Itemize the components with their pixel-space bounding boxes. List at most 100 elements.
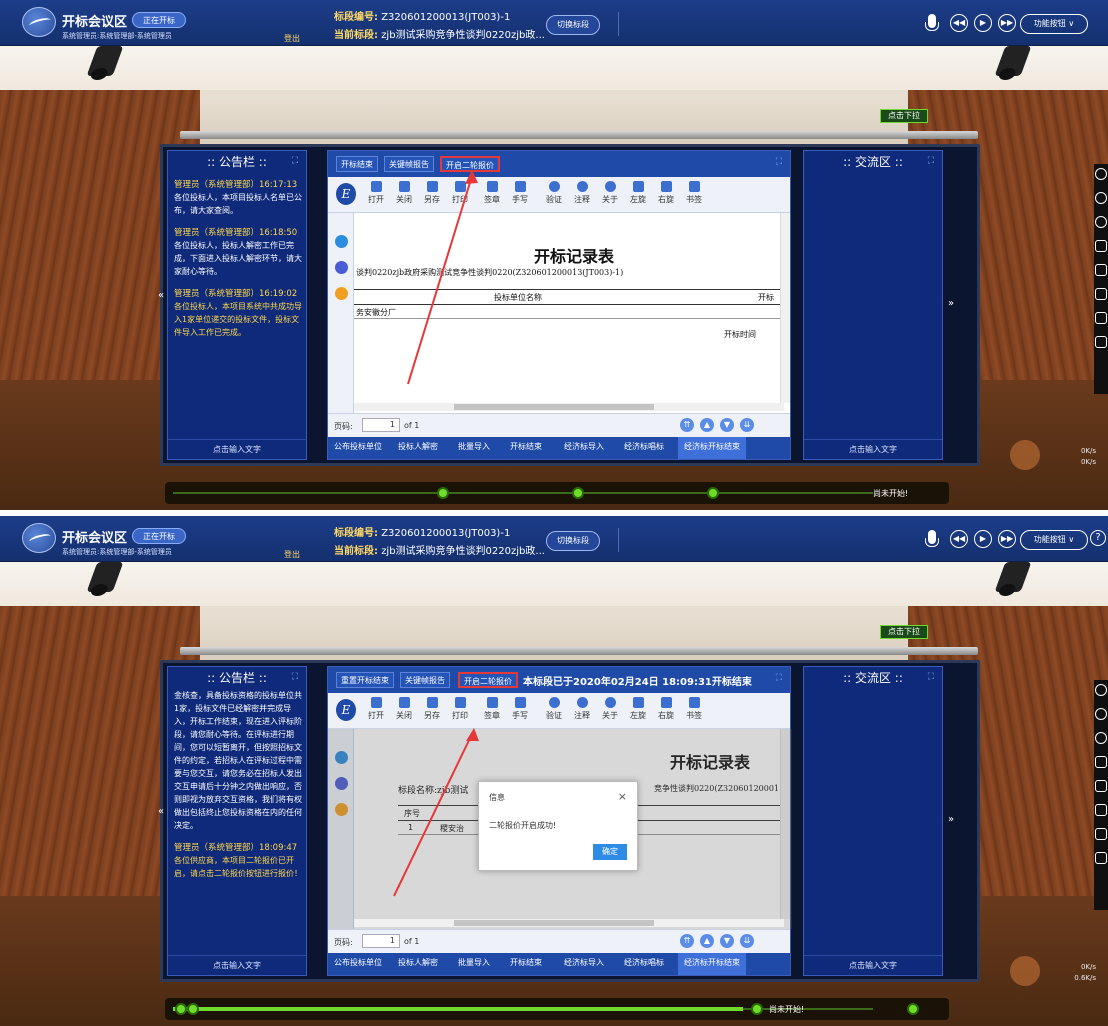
annotate-button[interactable]: 注释 [570, 181, 594, 211]
bidder-decrypt-button[interactable]: 投标人解密 [398, 441, 438, 452]
chat-input[interactable]: 点击输入文字 [804, 439, 942, 459]
econ-sing-button[interactable]: 经济标唱标 [624, 957, 664, 968]
play-button[interactable]: ▶ [974, 530, 992, 548]
about-button[interactable]: 关于 [598, 697, 622, 727]
comment-icon[interactable] [1095, 288, 1107, 300]
chat-input[interactable]: 点击输入文字 [804, 955, 942, 975]
batch-import-button[interactable]: 批量导入 [458, 441, 490, 452]
rewind-button[interactable]: ◀◀ [950, 530, 968, 548]
first-page-icon[interactable]: ⇈ [680, 934, 694, 948]
bookmark-button[interactable]: 书签 [682, 697, 706, 727]
open-button[interactable]: 打开 [364, 697, 388, 727]
close-icon[interactable]: × [618, 790, 627, 803]
verify-button[interactable]: 验证 [542, 697, 566, 727]
logout-link[interactable]: 登出 [284, 33, 300, 44]
switch-section-button[interactable]: 切换标段 [546, 15, 600, 35]
expand-icon[interactable]: ⛶ [292, 672, 298, 682]
close-button[interactable]: 关闭 [392, 697, 416, 727]
expand-icon[interactable]: ⛶ [292, 156, 298, 166]
help-icon[interactable] [1095, 732, 1107, 744]
bulletin-input[interactable]: 点击输入文字 [168, 955, 306, 975]
econ-import-button[interactable]: 经济标导入 [564, 441, 604, 452]
vertical-scrollbar[interactable] [780, 213, 790, 403]
fullscreen-icon[interactable]: ⛶ [776, 673, 782, 683]
thumbnail-icon[interactable] [335, 235, 348, 248]
handwrite-button[interactable]: 手写 [508, 697, 532, 727]
document-icon[interactable] [1095, 780, 1107, 792]
close-button[interactable]: 关闭 [392, 181, 416, 211]
document-icon[interactable] [1095, 264, 1107, 276]
comment-icon[interactable] [1095, 804, 1107, 816]
publish-bidders-button[interactable]: 公布投标单位 [334, 441, 382, 452]
collapse-left-icon[interactable]: « [158, 806, 164, 817]
rotate-left-button[interactable]: 左旋 [626, 181, 650, 211]
econ-end-button[interactable]: 经济标开标结束 [678, 437, 746, 459]
econ-import-button[interactable]: 经济标导入 [564, 957, 604, 968]
econ-sing-button[interactable]: 经济标唱标 [624, 441, 664, 452]
sign-button[interactable]: 签章 [480, 697, 504, 727]
horizontal-scrollbar[interactable] [354, 919, 784, 927]
drop-down-button[interactable]: 点击下拉 [880, 625, 928, 639]
fullscreen-icon[interactable]: ⛶ [776, 157, 782, 167]
tab-bid-end[interactable]: 开标结束 [336, 156, 378, 172]
last-page-icon[interactable]: ⇊ [740, 934, 754, 948]
econ-end-button[interactable]: 经济标开标结束 [678, 953, 746, 975]
verify-button[interactable]: 验证 [542, 181, 566, 211]
open-button[interactable]: 打开 [364, 181, 388, 211]
next-page-icon[interactable]: ▼ [720, 934, 734, 948]
annotate-button[interactable]: 注释 [570, 697, 594, 727]
image-icon[interactable] [1095, 852, 1107, 864]
message-icon[interactable] [1095, 192, 1107, 204]
pen-icon[interactable] [335, 287, 348, 300]
chat-icon[interactable] [1095, 168, 1107, 180]
prev-page-icon[interactable]: ▲ [700, 418, 714, 432]
help-icon[interactable] [1095, 216, 1107, 228]
ok-button[interactable]: 确定 [593, 844, 627, 860]
tab-second-round-quote[interactable]: 开启二轮报价 [440, 156, 500, 172]
grid-icon[interactable] [335, 261, 348, 274]
bid-end-button[interactable]: 开标结束 [510, 957, 542, 968]
function-menu-button[interactable]: 功能按钮 ∨ [1020, 14, 1088, 34]
rotate-right-button[interactable]: 右旋 [654, 181, 678, 211]
help-button[interactable]: ? [1090, 530, 1106, 546]
bookmark-button[interactable]: 书签 [682, 181, 706, 211]
horizontal-scrollbar[interactable] [354, 403, 784, 411]
prev-page-icon[interactable]: ▲ [700, 934, 714, 948]
about-button[interactable]: 关于 [598, 181, 622, 211]
tab-keyframe-report[interactable]: 关键帧报告 [384, 156, 434, 172]
handwrite-button[interactable]: 手写 [508, 181, 532, 211]
collapse-right-icon[interactable]: » [948, 814, 954, 825]
copy-icon[interactable] [1095, 828, 1107, 840]
collapse-right-icon[interactable]: » [948, 298, 954, 309]
chat-icon[interactable] [1095, 684, 1107, 696]
mail-icon[interactable] [1095, 756, 1107, 768]
rotate-left-button[interactable]: 左旋 [626, 697, 650, 727]
mail-icon[interactable] [1095, 240, 1107, 252]
print-button[interactable]: 打印 [448, 697, 472, 727]
drop-down-button[interactable]: 点击下拉 [880, 109, 928, 123]
save-as-button[interactable]: 另存 [420, 697, 444, 727]
bulletin-input[interactable]: 点击输入文字 [168, 439, 306, 459]
page-input[interactable]: 1 [362, 418, 400, 432]
forward-button[interactable]: ▶▶ [998, 14, 1016, 32]
forward-button[interactable]: ▶▶ [998, 530, 1016, 548]
expand-icon[interactable]: ⛶ [928, 672, 934, 682]
expand-icon[interactable]: ⛶ [928, 156, 934, 166]
microphone-icon[interactable] [925, 530, 939, 547]
tab-second-round-quote[interactable]: 开启二轮报价 [458, 672, 518, 688]
switch-section-button[interactable]: 切换标段 [546, 531, 600, 551]
message-icon[interactable] [1095, 708, 1107, 720]
collapse-left-icon[interactable]: « [158, 290, 164, 301]
tab-keyframe-report[interactable]: 关键帧报告 [400, 672, 450, 688]
sign-button[interactable]: 签章 [480, 181, 504, 211]
rotate-right-button[interactable]: 右旋 [654, 697, 678, 727]
batch-import-button[interactable]: 批量导入 [458, 957, 490, 968]
image-icon[interactable] [1095, 336, 1107, 348]
microphone-icon[interactable] [925, 14, 939, 31]
page-input[interactable]: 1 [362, 934, 400, 948]
first-page-icon[interactable]: ⇈ [680, 418, 694, 432]
function-menu-button[interactable]: 功能按钮 ∨ [1020, 530, 1088, 550]
last-page-icon[interactable]: ⇊ [740, 418, 754, 432]
save-as-button[interactable]: 另存 [420, 181, 444, 211]
rewind-button[interactable]: ◀◀ [950, 14, 968, 32]
